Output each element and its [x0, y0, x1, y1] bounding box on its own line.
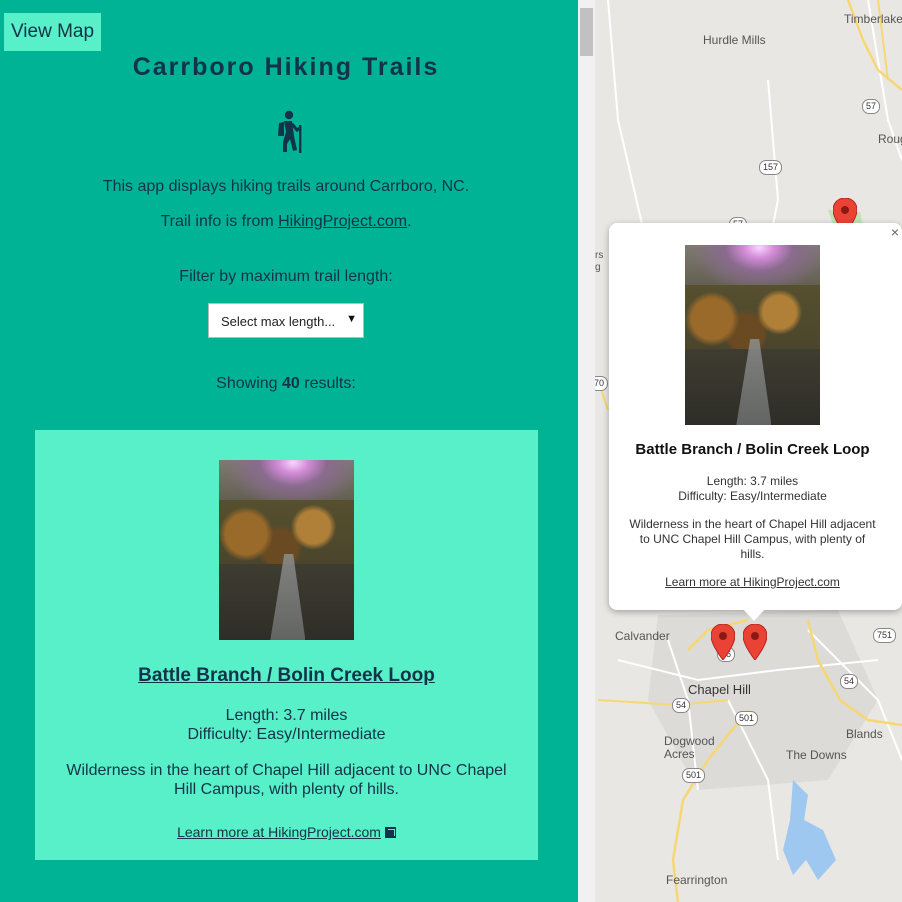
map-label-edge-g: g [595, 262, 601, 273]
learn-more-label: Learn more at HikingProject.com [177, 824, 381, 840]
map-pin-icon[interactable] [711, 624, 735, 660]
trail-difficulty: Difficulty: Easy/Intermediate [187, 726, 386, 743]
map-label-calvander: Calvander [615, 629, 670, 643]
source-suffix: . [407, 213, 412, 230]
route-shield: 54 [672, 698, 691, 713]
map-label-rougemont: Roug [878, 132, 902, 146]
map-label-the-downs: The Downs [786, 748, 847, 762]
popup-learn-more-link[interactable]: Learn more at HikingProject.com [609, 575, 896, 589]
view-map-button[interactable]: View Map [4, 13, 101, 51]
page-title: Carrboro Hiking Trails [132, 53, 440, 81]
route-shield: 54 [840, 674, 859, 689]
map-label-edge-rs: rs [595, 250, 604, 261]
external-link-icon [384, 827, 396, 838]
map-pin-icon[interactable] [743, 624, 767, 660]
source-prefix: Trail info is from [160, 213, 279, 230]
trail-length: Length: 3.7 miles [225, 707, 348, 724]
hiker-icon [278, 110, 302, 153]
route-shield: 501 [735, 711, 759, 726]
filter-label: Filter by maximum trail length: [179, 268, 393, 285]
map-info-window: × Battle Branch / Bolin Creek Loop Lengt… [609, 223, 902, 610]
max-length-select[interactable]: Select max length... ▼ [208, 303, 364, 338]
results-suffix: results: [299, 375, 356, 392]
trail-photo [219, 460, 354, 640]
scrollbar[interactable] [578, 0, 595, 902]
map-label-hurdle-mills: Hurdle Mills [703, 33, 766, 47]
scrollbar-thumb[interactable] [580, 8, 593, 56]
learn-more-link[interactable]: Learn more at HikingProject.com [35, 824, 538, 840]
popup-trail-difficulty: Difficulty: Easy/Intermediate [678, 489, 827, 503]
trail-name-link[interactable]: Battle Branch / Bolin Creek Loop [35, 665, 538, 687]
trail-description: Wilderness in the heart of Chapel Hill a… [66, 762, 507, 798]
route-shield: 57 [862, 99, 881, 114]
intro-text: This app displays hiking trails around C… [102, 178, 470, 195]
route-shield: 751 [873, 628, 897, 643]
trail-card: Battle Branch / Bolin Creek Loop Length:… [35, 430, 538, 860]
results-count: Showing 40 results: [0, 375, 572, 393]
map-label-chapel-hill: Chapel Hill [688, 682, 751, 697]
results-number: 40 [282, 375, 300, 392]
popup-trail-length: Length: 3.7 miles [706, 474, 799, 488]
map-label-fearrington: Fearrington [666, 873, 728, 887]
popup-trail-name: Battle Branch / Bolin Creek Loop [635, 441, 870, 458]
map-label-blands: Blands [846, 727, 883, 741]
source-text: Trail info is from HikingProject.com. [0, 213, 572, 231]
close-icon[interactable]: × [891, 224, 899, 240]
dropdown-arrow-icon: ▼ [346, 313, 357, 325]
results-prefix: Showing [216, 375, 282, 392]
hikingproject-link[interactable]: HikingProject.com [278, 213, 407, 230]
sidebar: View Map Carrboro Hiking Trails This app… [0, 0, 578, 902]
map-label-dogwood-acres: Dogwood Acres [664, 734, 715, 761]
popup-trail-description: Wilderness in the heart of Chapel Hill a… [629, 517, 876, 561]
popup-trail-photo [685, 245, 820, 425]
map-label-timberlake: Timberlake [844, 12, 902, 26]
select-value: Select max length... [221, 314, 336, 329]
route-shield: 157 [759, 160, 783, 175]
popup-tail [742, 608, 766, 621]
route-shield: 501 [682, 768, 706, 783]
